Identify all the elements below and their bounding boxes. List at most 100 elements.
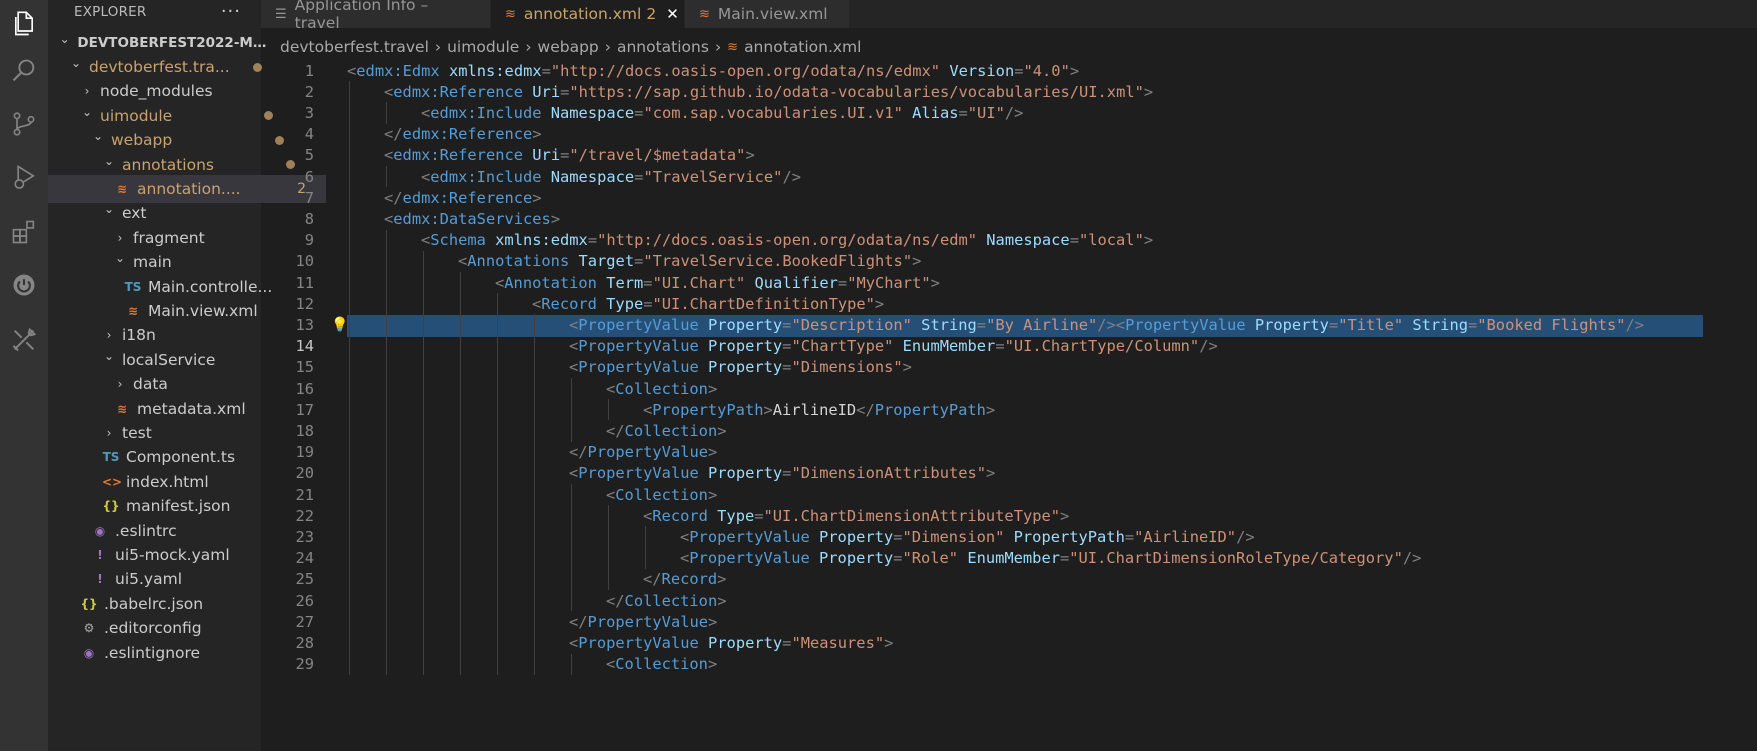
remote-icon[interactable] (0, 261, 48, 309)
close-icon[interactable]: ✕ (666, 5, 679, 23)
indent-guide (608, 526, 609, 548)
indent-guide (497, 653, 498, 675)
code-text: <edmx:Reference Uri="https://sap.github.… (384, 83, 1153, 101)
explorer-title: EXPLORER (74, 4, 147, 20)
folder-item[interactable]: › node_modules (48, 78, 293, 105)
code-token: = (1014, 61, 1024, 80)
code-token: < (606, 655, 616, 674)
indent-guide (497, 484, 498, 506)
indent-guide (460, 653, 461, 675)
source-control-icon[interactable] (0, 100, 48, 148)
code-token: > (717, 421, 727, 440)
code-text: <Annotation Term="UI.Chart" Qualifier="M… (495, 274, 940, 292)
tools-icon[interactable] (0, 316, 48, 364)
indent-guide (497, 632, 498, 654)
tree-item-label: .babelrc.json (104, 594, 204, 613)
folder-item[interactable]: ⌄ devtoberfest.tra... (48, 53, 282, 80)
code-line: 28 <PropertyValue Property="Measures"> (261, 632, 1757, 654)
code-token: Record (661, 570, 718, 589)
indent-guide (460, 547, 461, 569)
file-item[interactable]: {} .babelrc.json (48, 590, 293, 617)
indent-guide (349, 568, 350, 590)
code-token: > (1069, 61, 1080, 80)
folder-item[interactable]: ⌄ DEVTOBERFEST2022-MAIN (48, 29, 271, 56)
indent-guide (349, 505, 350, 527)
indent-guide (349, 526, 350, 548)
code-token: </ (606, 421, 625, 440)
code-token: Collection (615, 379, 708, 398)
code-token: Property (1245, 315, 1329, 334)
tab-main-view-xml[interactable]: ≋ Main.view.xml (685, 0, 850, 28)
indent-guide (534, 462, 535, 484)
code-line: 5 <edmx:Reference Uri="/travel/$metadata"… (261, 144, 1757, 166)
line-number: 29 (295, 655, 314, 674)
code-token: "local" (1078, 231, 1144, 250)
run-debug-icon[interactable] (0, 153, 48, 201)
indent-guide (460, 526, 461, 548)
tree-item-label: data (133, 375, 168, 394)
breadcrumb-item[interactable]: annotation.xml (744, 38, 861, 56)
code-token: < (421, 103, 431, 122)
indent-guide (423, 611, 424, 633)
code-token: PropertyValue (587, 612, 709, 631)
code-line: 💡 13 <PropertyValue Property="Description"… (261, 314, 1757, 338)
search-icon[interactable] (0, 47, 48, 95)
code-token: edmx:DataServices (393, 209, 551, 228)
breadcrumb-item[interactable]: webapp (538, 38, 599, 56)
code-token: = (976, 315, 987, 334)
indent-guide (534, 484, 535, 506)
file-item[interactable]: ◉ .eslintignore (48, 639, 293, 666)
lightbulb-icon[interactable]: 💡 (331, 317, 348, 333)
indent-guide (349, 653, 350, 675)
indent-guide (349, 314, 350, 336)
indent-guide (349, 484, 350, 506)
code-token: Record (652, 506, 708, 525)
tree-item-label: .editorconfig (104, 619, 202, 638)
extensions-icon[interactable] (0, 208, 48, 256)
editor-tabs: ☰ Application Info – travel ≋ annotation… (261, 0, 1757, 32)
indent-guide (386, 441, 387, 463)
breadcrumb-item[interactable]: uimodule (447, 38, 519, 56)
code-token: > (986, 464, 996, 483)
code-token: "AirlineID" (1134, 527, 1237, 546)
code-token: < (421, 231, 431, 250)
breadcrumb-item[interactable]: devtoberfest.travel (280, 38, 429, 56)
indent-guide (534, 568, 535, 590)
code-token: "Dimension" (902, 527, 1005, 546)
indent-guide (349, 399, 350, 421)
indent-guide (460, 378, 461, 400)
file-item[interactable]: ⚙ .editorconfig (48, 615, 293, 642)
indent-guide (349, 356, 350, 378)
indent-guide (386, 484, 387, 506)
code-token: </ (384, 188, 403, 207)
more-actions-icon[interactable]: ··· (221, 3, 241, 21)
code-token: PropertyValue (587, 443, 709, 462)
files-icon[interactable] (0, 0, 48, 48)
activity-bar (0, 0, 48, 751)
indent-guide (386, 399, 387, 421)
line-number: 7 (304, 188, 314, 207)
code-token: </ (606, 591, 625, 610)
tab-label: Application Info – travel (294, 0, 429, 32)
code-line: 19 </PropertyValue> (261, 441, 1757, 463)
chevron-right-icon: › (434, 38, 442, 56)
code-editor[interactable]: 1 <edmx:Edmx xmlns:edmx="http://docs.oasi… (261, 60, 1757, 751)
indent-guide (423, 293, 424, 315)
code-token: "4.0" (1023, 61, 1070, 80)
indent-guide (460, 293, 461, 315)
line-number: 8 (304, 209, 314, 228)
folder-item[interactable]: ⌄ uimodule (48, 102, 293, 129)
code-token: "Measures" (791, 633, 885, 652)
indent-guide (460, 356, 461, 378)
indent-guide (534, 505, 535, 527)
line-number: 21 (295, 485, 314, 504)
indent-guide (349, 632, 350, 654)
tab-application-info[interactable]: ☰ Application Info – travel (261, 0, 491, 32)
indent-guide (534, 399, 535, 421)
code-token: > (532, 125, 542, 144)
tree-item-label: .eslintignore (104, 643, 201, 662)
tab-annotation-xml[interactable]: ≋ annotation.xml 2 ✕ (491, 0, 685, 28)
breadcrumb-item[interactable]: annotations (617, 38, 709, 56)
code-token: < (569, 337, 579, 356)
code-line: 6 <edmx:Include Namespace="TravelService"… (261, 166, 1757, 188)
